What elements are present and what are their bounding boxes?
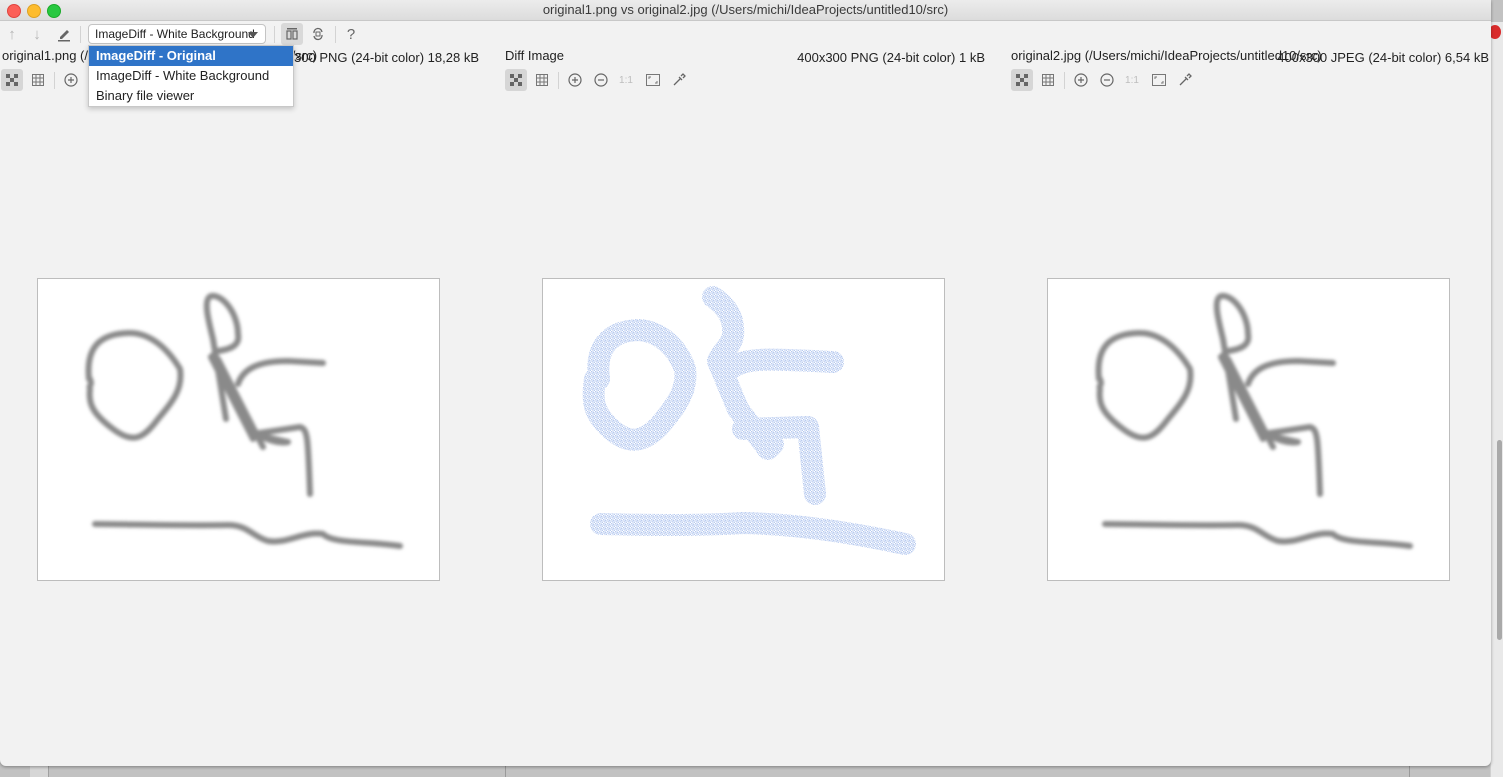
viewer-type-dropdown: ImageDiff - Original background ImageDif… [88,45,294,107]
zoom-out-button[interactable] [1096,69,1118,91]
diff-image-panel: Diff Image 1:1 400x300 PNG (24-bit color… [505,47,1010,747]
actual-size-icon: 1:1 [619,74,633,86]
zoom-out-icon [594,73,608,87]
grid-icon [536,74,548,86]
chessboard-icon [1016,74,1028,86]
chevron-down-icon [248,32,258,38]
fit-zoom-button[interactable] [642,69,664,91]
panel-title: original2.jpg (/Users/michi/IdeaProjects… [1011,48,1322,63]
eyedropper-icon [1179,73,1192,86]
panel-separator [1064,72,1065,89]
zoom-in-icon [1074,73,1088,87]
color-picker-button[interactable] [1174,69,1196,91]
dropdown-option-original-background[interactable]: ImageDiff - Original background [89,46,293,83]
columns-icon [286,28,298,40]
help-button[interactable]: ? [342,23,360,45]
chessboard-icon [6,74,18,86]
zoom-in-button[interactable] [564,69,586,91]
zoom-in-button[interactable] [1070,69,1092,91]
color-picker-button[interactable] [668,69,690,91]
panel-toolbar: 1:1 [1010,69,1491,91]
pencil-icon [58,30,70,42]
title-bar: original1.png vs original2.jpg (/Users/m… [0,0,1491,21]
ide-right-strip [1490,22,1503,777]
scrollbar-thumb[interactable] [1497,440,1502,640]
divider [1409,765,1410,777]
main-toolbar: ↑ ↓ ImageDiff - White Background ? [0,23,1491,45]
next-difference-button[interactable]: ↓ [27,23,47,45]
previous-difference-button[interactable]: ↑ [2,23,22,45]
chessboard-toggle[interactable] [505,69,527,91]
image-original2 [1047,278,1450,581]
swap-sides-button[interactable] [307,23,329,45]
diff-window: original1.png vs original2.jpg (/Users/m… [0,0,1491,766]
eyedropper-icon [673,73,686,86]
help-icon: ? [346,25,356,43]
image-info: 400x300 PNG (24-bit color) 1 kB [797,50,985,65]
panel-separator [558,72,559,89]
right-image-panel: original2.jpg (/Users/michi/IdeaProjects… [1010,47,1491,747]
fit-icon [1152,74,1166,86]
chessboard-icon [510,74,522,86]
chessboard-toggle[interactable] [1011,69,1033,91]
dropdown-option-white-background[interactable]: ImageDiff - White Background [89,66,293,86]
left-image-panel: original1.png (/Users/michi/IdeaProjects… [0,47,505,747]
grid-toggle[interactable] [27,69,49,91]
arrow-up-icon: ↑ [8,25,16,43]
zoom-in-icon [64,73,78,87]
grid-icon [1042,74,1054,86]
fit-zoom-button[interactable] [1148,69,1170,91]
diff-drawing [582,286,916,555]
viewer-type-selected: ImageDiff - White Background [95,27,255,41]
sync-scroll-toggle[interactable] [281,23,303,45]
image-diff [542,278,945,581]
fit-icon [646,74,660,86]
refresh-icon [313,27,323,41]
grid-toggle[interactable] [531,69,553,91]
zoom-in-button[interactable] [60,69,82,91]
panel-toolbar: 1:1 [505,69,1010,91]
panel-separator [54,72,55,89]
toolbar-separator [274,26,275,43]
image-original1 [37,278,440,581]
toolbar-separator [80,26,81,43]
toolbar-separator [335,26,336,43]
actual-size-icon: 1:1 [1125,74,1139,86]
zoom-out-icon [1100,73,1114,87]
viewer-type-select[interactable]: ImageDiff - White Background [88,24,266,44]
actual-size-button[interactable]: 1:1 [615,69,637,91]
sketch-drawing [1095,292,1413,549]
window-title: original1.png vs original2.jpg (/Users/m… [542,2,949,17]
zoom-in-icon [568,73,582,87]
dropdown-option-binary-viewer[interactable]: Binary file viewer [89,86,293,106]
grid-toggle[interactable] [1037,69,1059,91]
arrow-down-icon: ↓ [33,25,41,43]
panel-title: Diff Image [505,48,565,63]
sketch-drawing [85,292,403,549]
image-info: 300 PNG (24-bit color) 18,28 kB [294,50,479,65]
zoom-out-button[interactable] [590,69,612,91]
grid-icon [32,74,44,86]
chessboard-toggle[interactable] [1,69,23,91]
edit-source-button[interactable] [53,23,75,45]
divider [505,765,506,777]
image-info: 400x300 JPEG (24-bit color) 6,54 kB [1277,50,1489,65]
actual-size-button[interactable]: 1:1 [1121,69,1143,91]
